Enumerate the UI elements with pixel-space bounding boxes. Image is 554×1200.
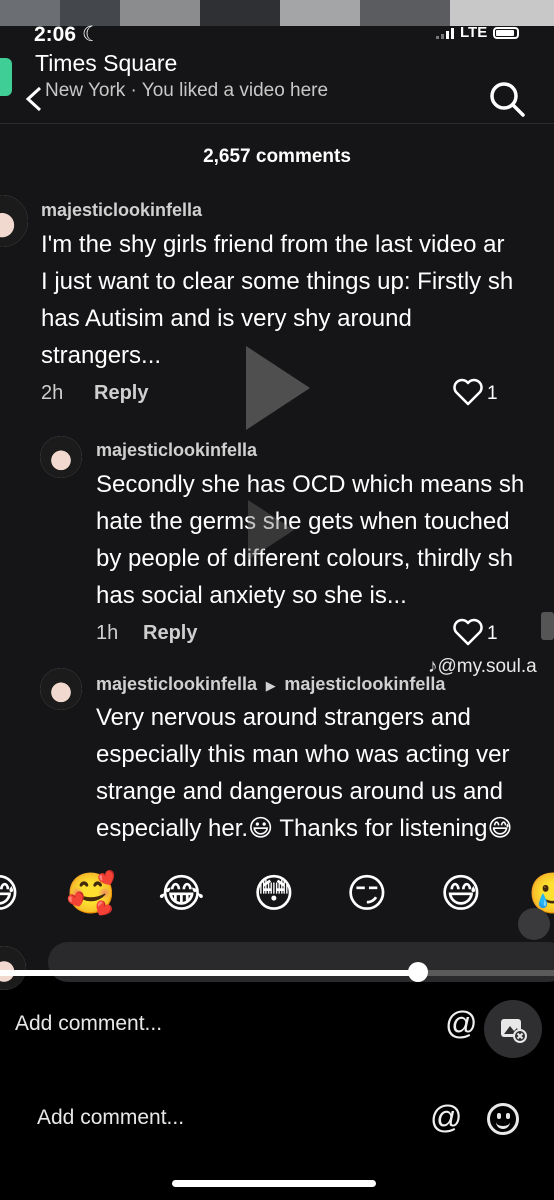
avatar — [0, 946, 26, 990]
comment-text: Secondly she has OCD which means sh hate… — [96, 466, 524, 614]
signal-icon — [436, 27, 454, 39]
avatar[interactable] — [40, 436, 82, 478]
reply-arrow-icon: ▶ — [262, 678, 280, 693]
comment-username-reply[interactable]: majesticlookinfella ▶ majesticlookinfell… — [96, 674, 445, 695]
avatar[interactable] — [0, 195, 28, 247]
heart-icon[interactable] — [453, 378, 483, 406]
mention-icon[interactable]: @ — [430, 1099, 462, 1136]
comment-line: Secondly she has OCD which means sh — [96, 471, 525, 498]
comment-line: especially her.😃 Thanks for listening😅 — [96, 815, 513, 842]
comments-count: 2,657 comments — [203, 146, 351, 167]
comment-line: by people of different colours, thirdly … — [96, 545, 514, 572]
play-icon[interactable] — [246, 346, 310, 430]
emoji-button[interactable]: 😅 — [440, 872, 482, 916]
comment-username[interactable]: majesticlookinfella — [41, 200, 202, 221]
reply-to-username[interactable]: majesticlookinfella — [284, 674, 445, 694]
home-indicator[interactable] — [172, 1180, 376, 1187]
comment-username[interactable]: majesticlookinfella — [96, 440, 257, 461]
emoji-button[interactable]: 😏 — [346, 872, 388, 916]
status-indicators: LTE — [436, 24, 520, 41]
comment-line: strange and dangerous around us and — [96, 778, 503, 805]
search-icon[interactable] — [488, 80, 526, 118]
avatar[interactable] — [40, 668, 82, 710]
video-progress-handle[interactable] — [408, 962, 428, 982]
emoji-button[interactable]: 😳 — [253, 872, 295, 916]
comment-line: I just want to clear some things up: Fir… — [41, 268, 514, 295]
emoji-icon[interactable] — [487, 1103, 519, 1135]
battery-icon — [493, 26, 520, 39]
moon-icon: ☾ — [81, 23, 101, 46]
image-icon — [501, 1019, 527, 1043]
network-label: LTE — [460, 24, 488, 41]
comment-text: Very nervous around strangers and especi… — [96, 699, 512, 847]
back-chevron-icon[interactable] — [22, 85, 46, 113]
comment-time: 2h — [41, 382, 64, 404]
status-time: 2:06 ☾ — [34, 23, 101, 46]
comment-line: hate the germs she gets when touched — [96, 508, 510, 535]
play-icon-faded — [248, 500, 294, 560]
add-comment-input[interactable]: Add comment... — [15, 1012, 162, 1036]
inner-comment-input[interactable] — [48, 942, 554, 982]
comment-line: has Autisim and is very shy around — [41, 305, 412, 332]
heart-icon[interactable] — [453, 618, 483, 646]
image-icon[interactable] — [518, 908, 550, 940]
comment-line: I'm the shy girls friend from the last v… — [41, 231, 505, 258]
emoji-button[interactable]: 😅 — [0, 872, 20, 916]
gallery-button[interactable] — [484, 1000, 542, 1058]
like-count: 1 — [487, 383, 498, 404]
like-count: 1 — [487, 623, 498, 644]
location-subtitle: New York · You liked a video here — [45, 80, 329, 101]
comment-line: Very nervous around strangers and — [96, 704, 471, 731]
video-progress-fill — [0, 970, 418, 976]
add-comment-input-2[interactable]: Add comment... — [37, 1106, 184, 1130]
comment-username[interactable]: majesticlookinfella — [96, 674, 257, 694]
comment-time: 1h — [96, 622, 119, 644]
comment-line: especially this man who was acting ver — [96, 741, 510, 768]
reply-button[interactable]: Reply — [94, 382, 148, 405]
emoji-button[interactable]: 🥰 — [66, 872, 116, 916]
location-title: Times Square — [35, 50, 178, 76]
mention-icon[interactable]: @ — [445, 1005, 477, 1042]
header-divider — [0, 123, 554, 124]
comment-line: has social anxiety so she is... — [96, 582, 407, 609]
side-icon — [541, 612, 554, 640]
emoji-button[interactable]: 😂 — [158, 872, 205, 916]
reply-button[interactable]: Reply — [143, 622, 197, 645]
location-app-icon[interactable] — [0, 58, 12, 96]
